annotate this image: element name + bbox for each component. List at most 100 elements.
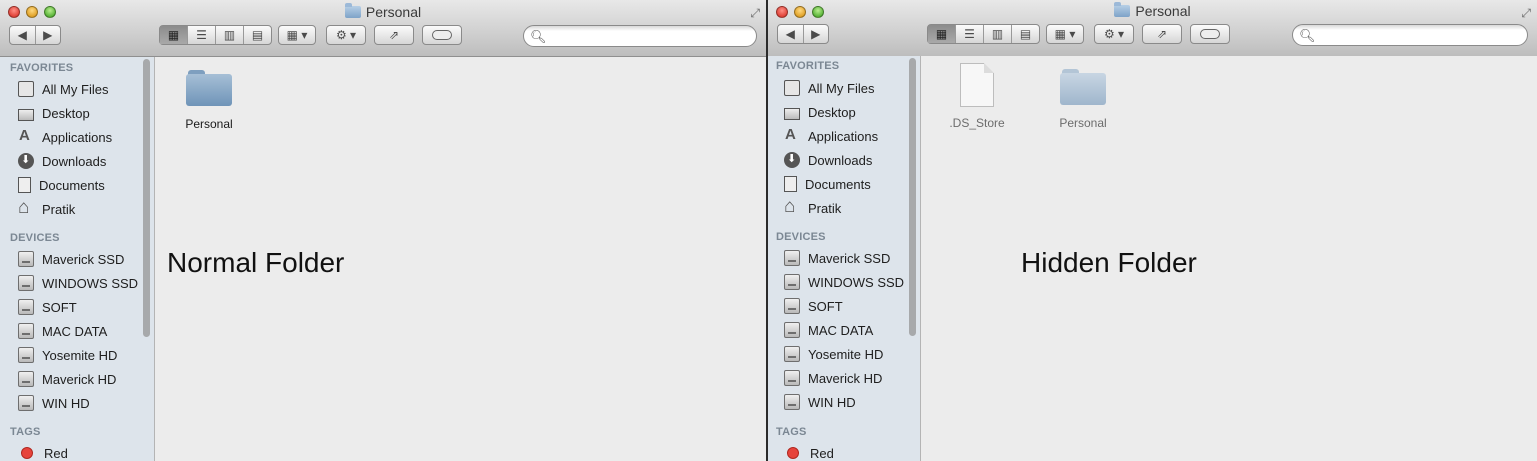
sidebar-item-documents[interactable]: Documents [784,174,871,194]
home-icon [18,197,34,219]
sidebar-item-downloads[interactable]: Downloads [784,150,872,170]
tag-icon [1200,29,1220,39]
hard-drive-icon [18,299,34,315]
file-icon[interactable] [960,63,994,107]
sidebar-item-label: Red [44,445,68,461]
sidebar-item-device[interactable]: SOFT [784,296,843,316]
column-view-button[interactable]: ▥ [984,25,1012,43]
search-field[interactable]: 🔍︎ [523,25,757,47]
item-label-ds-store[interactable]: .DS_Store [927,116,1027,130]
forward-button[interactable]: ▶ [804,25,829,43]
sidebar-section-tags: TAGS [10,426,41,438]
folder-icon[interactable] [186,70,232,106]
tag-icon [432,30,452,40]
window-title-text: Personal [1135,3,1191,19]
edit-tags-button[interactable] [422,25,462,45]
sidebar-item-label: Pratik [808,200,842,216]
forward-button[interactable]: ▶ [36,26,61,44]
hard-drive-icon [18,395,34,411]
search-field[interactable]: 🔍︎ [1292,24,1528,46]
share-button[interactable]: ⇗ [374,25,414,45]
sidebar-item-all-my-files[interactable]: All My Files [784,78,874,98]
sidebar-item-home[interactable]: Pratik [18,197,76,219]
hard-drive-icon [784,322,800,338]
sidebar: FAVORITES All My Files Desktop Applicati… [768,56,921,461]
sidebar-item-label: All My Files [808,80,875,96]
sidebar-item-label: Documents [805,176,871,192]
sidebar-item-device[interactable]: Maverick HD [18,369,116,389]
icon-view-button[interactable]: ▦ [160,26,188,44]
sidebar-scrollbar[interactable] [909,58,916,336]
sidebar-item-device[interactable]: WIN HD [18,393,90,413]
fullscreen-icon[interactable]: ⤢ [1521,6,1531,21]
sidebar-item-applications[interactable]: Applications [18,127,112,147]
file-area: Personal Normal Folder [155,57,766,461]
sidebar-item-tag-red[interactable]: Red [18,443,68,461]
search-icon: 🔍︎ [530,29,547,44]
sidebar-item-desktop[interactable]: Desktop [784,102,856,122]
hard-drive-icon [18,275,34,291]
sidebar-item-desktop[interactable]: Desktop [18,103,90,123]
sidebar-item-device[interactable]: MAC DATA [784,320,873,340]
coverflow-view-button[interactable]: ▤ [1012,25,1039,43]
fullscreen-icon[interactable]: ⤢ [750,6,760,21]
sidebar-item-label: MAC DATA [808,322,874,338]
folder-icon [1114,2,1131,17]
sidebar-item-device[interactable]: WINDOWS SSD [784,272,904,292]
sidebar-section-tags: TAGS [776,426,807,438]
documents-icon [784,176,797,192]
sidebar-item-label: Yosemite HD [808,346,884,362]
search-icon: 🔍︎ [1299,28,1316,43]
toolbar: Personal ⤢ ◀ ▶ ▦ ☰ ▥ ▤ ▦ ▾ ⚙ ▾ ⇗ 🔍︎ [0,0,766,57]
sidebar-item-device[interactable]: SOFT [18,297,77,317]
window-title-text: Personal [365,4,422,20]
sidebar-item-device[interactable]: Yosemite HD [18,345,117,365]
list-view-button[interactable]: ☰ [188,26,216,44]
hard-drive-icon [18,323,34,339]
back-forward-buttons: ◀ ▶ [777,24,829,44]
all-files-icon [18,81,34,97]
hard-drive-icon [784,370,800,386]
sidebar-item-device[interactable]: Maverick SSD [784,248,890,268]
arrange-button[interactable]: ▦ ▾ [278,25,316,45]
item-label-personal[interactable]: Personal [1033,116,1133,130]
share-button[interactable]: ⇗ [1142,24,1182,44]
sidebar-item-device[interactable]: Yosemite HD [784,344,883,364]
desktop-icon [18,109,34,121]
sidebar-item-device[interactable]: Maverick SSD [18,249,124,269]
folder-icon[interactable] [1060,69,1106,105]
action-button[interactable]: ⚙ ▾ [326,25,366,45]
sidebar-item-label: Maverick SSD [808,250,891,266]
sidebar-item-home[interactable]: Pratik [784,196,842,218]
sidebar-item-device[interactable]: WINDOWS SSD [18,273,138,293]
annotation-label: Normal Folder [167,247,345,278]
column-view-button[interactable]: ▥ [216,26,244,44]
arrange-button[interactable]: ▦ ▾ [1046,24,1084,44]
folder-icon [344,3,361,18]
action-button[interactable]: ⚙ ▾ [1094,24,1134,44]
back-button[interactable]: ◀ [778,25,804,43]
list-view-button[interactable]: ☰ [956,25,984,43]
sidebar-item-device[interactable]: MAC DATA [18,321,107,341]
back-button[interactable]: ◀ [10,26,36,44]
sidebar-item-device[interactable]: WIN HD [784,392,856,412]
hard-drive-icon [18,251,34,267]
sidebar-scrollbar[interactable] [143,59,150,337]
icon-view-button[interactable]: ▦ [928,25,956,43]
sidebar-item-label: Pratik [42,201,76,217]
edit-tags-button[interactable] [1190,24,1230,44]
sidebar-item-applications[interactable]: Applications [784,126,878,146]
coverflow-view-button[interactable]: ▤ [244,26,271,44]
sidebar-item-label: Documents [39,177,105,193]
share-icon: ⇗ [1156,27,1168,41]
sidebar-item-downloads[interactable]: Downloads [18,151,106,171]
desktop-icon [784,108,800,120]
item-label-personal[interactable]: Personal [159,117,259,131]
sidebar-item-label: WINDOWS SSD [808,274,905,290]
annotation-label: Hidden Folder [1021,247,1197,278]
sidebar-item-all-my-files[interactable]: All My Files [18,79,108,99]
sidebar-item-device[interactable]: Maverick HD [784,368,882,388]
sidebar-item-documents[interactable]: Documents [18,175,105,195]
sidebar-item-tag-red[interactable]: Red [784,443,834,461]
gear-icon: ⚙ ▾ [335,28,357,42]
